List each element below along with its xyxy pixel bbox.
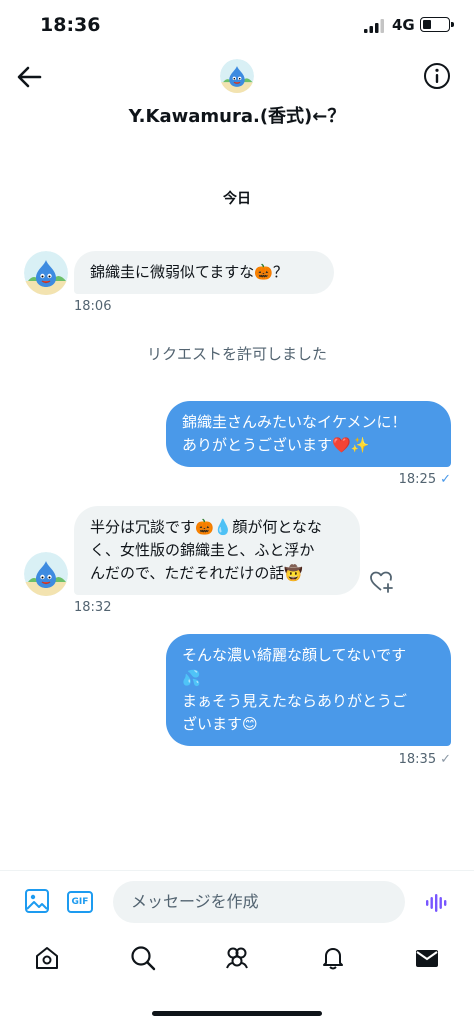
- search-icon[interactable]: [129, 944, 157, 972]
- message-line: 錦織圭に微弱似てますな🎃？: [90, 263, 288, 281]
- communities-icon[interactable]: [223, 944, 251, 972]
- message-bubble-incoming[interactable]: 半分は冗談です🎃💧顔が何となな く、女性版の錦織圭と、ふと浮か んだので、ただそ…: [74, 506, 360, 595]
- image-icon[interactable]: [24, 888, 50, 914]
- message-line: 錦織圭さんみたいなイケメンに！: [182, 413, 407, 431]
- message-time: 18:06: [74, 299, 112, 314]
- message-meta: 18:35 ✓: [330, 752, 451, 767]
- gif-button[interactable]: GIF: [67, 891, 93, 913]
- status-bar: 18:36 4G: [0, 0, 474, 52]
- request-accepted-note: リクエストを許可しました: [146, 345, 327, 363]
- slime-avatar-icon: [24, 251, 68, 295]
- back-arrow-icon[interactable]: [14, 62, 44, 92]
- message-meta: 18:25 ✓: [330, 472, 451, 487]
- slime-avatar-icon: [220, 59, 254, 93]
- message-line: ざいます😊: [182, 715, 258, 733]
- sender-avatar[interactable]: [24, 552, 68, 596]
- message-time: 18:35: [398, 752, 437, 767]
- notifications-icon[interactable]: [319, 944, 347, 972]
- slime-avatar-icon: [24, 552, 68, 596]
- message-line: 半分は冗談です🎃💧顔が何となな: [90, 518, 322, 536]
- message-input[interactable]: メッセージを作成: [113, 881, 405, 923]
- info-icon[interactable]: [423, 62, 451, 90]
- battery-icon: [420, 17, 454, 32]
- signal-icon: [364, 19, 384, 33]
- voice-message-icon[interactable]: [425, 891, 449, 915]
- message-bubble-incoming[interactable]: 錦織圭に微弱似てますな🎃？: [74, 251, 334, 294]
- message-bubble-outgoing[interactable]: 錦織圭さんみたいなイケメンに！ ありがとうございます❤️✨: [166, 401, 451, 467]
- message-time: 18:32: [74, 600, 112, 615]
- message-bubble-outgoing[interactable]: そんな濃い綺麗な顔してないです 💦 まぁそう見えたならありがとうご ざいます😊: [166, 634, 451, 746]
- status-time: 18:36: [40, 14, 101, 36]
- date-separator: 今日: [223, 191, 251, 207]
- message-line: そんな濃い綺麗な顔してないです: [182, 646, 407, 664]
- home-indicator: [152, 1011, 322, 1016]
- header-avatar[interactable]: [220, 59, 254, 93]
- home-icon[interactable]: [33, 944, 61, 972]
- heart-plus-icon[interactable]: [369, 569, 395, 595]
- message-composer: GIF メッセージを作成: [0, 870, 474, 932]
- message-line: んだので、ただそれだけの話🤠: [90, 564, 304, 582]
- message-line: ありがとうございます❤️✨: [182, 436, 370, 454]
- sent-check-icon: ✓: [440, 752, 451, 767]
- message-time: 18:25: [398, 472, 437, 487]
- network-type: 4G: [392, 16, 415, 34]
- message-line: 💦: [182, 669, 201, 687]
- sent-check-icon: ✓: [440, 472, 451, 487]
- message-line: まぁそう見えたならありがとうご: [182, 692, 408, 710]
- bottom-tab-bar: [0, 936, 474, 986]
- conversation-title: Y.Kawamura.(香式)←？: [128, 106, 346, 127]
- sender-avatar[interactable]: [24, 251, 68, 295]
- messages-icon[interactable]: [413, 944, 441, 972]
- message-line: く、女性版の錦織圭と、ふと浮か: [90, 541, 315, 559]
